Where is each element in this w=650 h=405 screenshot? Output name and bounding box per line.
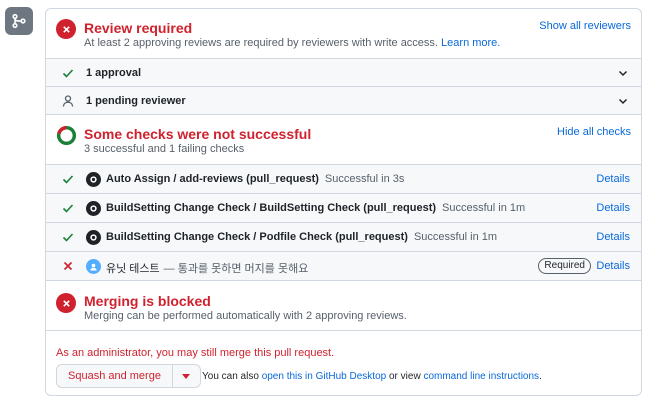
check-icon	[62, 204, 74, 213]
check-name: BuildSetting Change Check / Podfile Chec…	[106, 231, 498, 243]
checks-title: Some checks were not successful	[84, 126, 312, 142]
checks-summary: 3 successful and 1 failing checks	[84, 143, 245, 155]
person-icon	[62, 95, 74, 107]
review-description: At least 2 approving reviews are require…	[84, 37, 500, 49]
merge-blocked-title: Merging is blocked	[84, 293, 211, 309]
learn-more-link[interactable]: Learn more.	[441, 37, 500, 49]
details-link[interactable]: Details	[596, 260, 630, 272]
details-link[interactable]: Details	[596, 202, 630, 214]
merge-blocked-description: Merging can be performed automatically w…	[84, 310, 407, 322]
pending-reviewer-row[interactable]: 1 pending reviewer	[46, 87, 641, 115]
github-app-icon	[86, 230, 101, 245]
check-name: BuildSetting Change Check / BuildSetting…	[106, 202, 526, 214]
check-name: 유닛 테스트 — 통과를 못하면 머지를 못해요	[106, 263, 309, 275]
review-title: Review required	[84, 20, 193, 36]
details-link[interactable]: Details	[596, 231, 630, 243]
alt-prefix: You can also	[202, 371, 259, 382]
admin-notice: As an administrator, you may still merge…	[56, 347, 335, 359]
donut-status-icon	[56, 125, 77, 146]
check-row: BuildSetting Change Check / Podfile Chec…	[46, 223, 641, 252]
check-row-failing: 유닛 테스트 — 통과를 못하면 머지를 못해요 Required Details	[46, 252, 641, 281]
or-view-text: or view	[388, 371, 421, 382]
x-circle-icon	[56, 293, 76, 313]
alternative-merge-text: You can also open this in GitHub Desktop…	[202, 371, 542, 382]
check-name: Auto Assign / add-reviews (pull_request)…	[106, 173, 405, 185]
github-app-icon	[86, 172, 101, 187]
triangle-down-icon	[182, 373, 191, 379]
x-icon	[63, 261, 73, 271]
merge-method-dropdown[interactable]	[172, 364, 201, 388]
period-text: .	[539, 371, 542, 382]
details-link[interactable]: Details	[596, 173, 630, 185]
chevron-down-icon	[618, 70, 628, 77]
checks-section: Some checks were not successful 3 succes…	[46, 115, 641, 165]
command-line-instructions-link[interactable]: command line instructions	[423, 371, 539, 382]
check-row: Auto Assign / add-reviews (pull_request)…	[46, 165, 641, 194]
github-desktop-link[interactable]: open this in GitHub Desktop	[262, 371, 387, 382]
check-icon	[62, 69, 74, 78]
merge-status-panel: Review required At least 2 approving rev…	[45, 8, 642, 396]
pending-reviewer-label: 1 pending reviewer	[86, 95, 186, 107]
github-app-icon	[86, 201, 101, 216]
chevron-down-icon	[618, 98, 628, 105]
avatar	[86, 259, 101, 274]
check-icon	[62, 175, 74, 184]
review-desc-text: At least 2 approving reviews are require…	[84, 37, 438, 49]
check-icon	[62, 233, 74, 242]
required-badge: Required	[538, 258, 591, 274]
merge-button-group: Squash and merge	[56, 364, 201, 388]
check-row: BuildSetting Change Check / BuildSetting…	[46, 194, 641, 223]
approvals-label: 1 approval	[86, 67, 142, 79]
squash-and-merge-button[interactable]: Squash and merge	[56, 364, 173, 388]
x-circle-icon	[56, 19, 76, 39]
review-section: Review required At least 2 approving rev…	[46, 9, 641, 59]
show-all-reviewers-link[interactable]: Show all reviewers	[539, 20, 631, 32]
git-merge-icon	[5, 7, 33, 35]
hide-all-checks-link[interactable]: Hide all checks	[557, 126, 631, 138]
merge-blocked-section: Merging is blocked Merging can be perfor…	[46, 281, 641, 331]
approvals-row[interactable]: 1 approval	[46, 59, 641, 87]
checks-list: Auto Assign / add-reviews (pull_request)…	[46, 165, 641, 281]
